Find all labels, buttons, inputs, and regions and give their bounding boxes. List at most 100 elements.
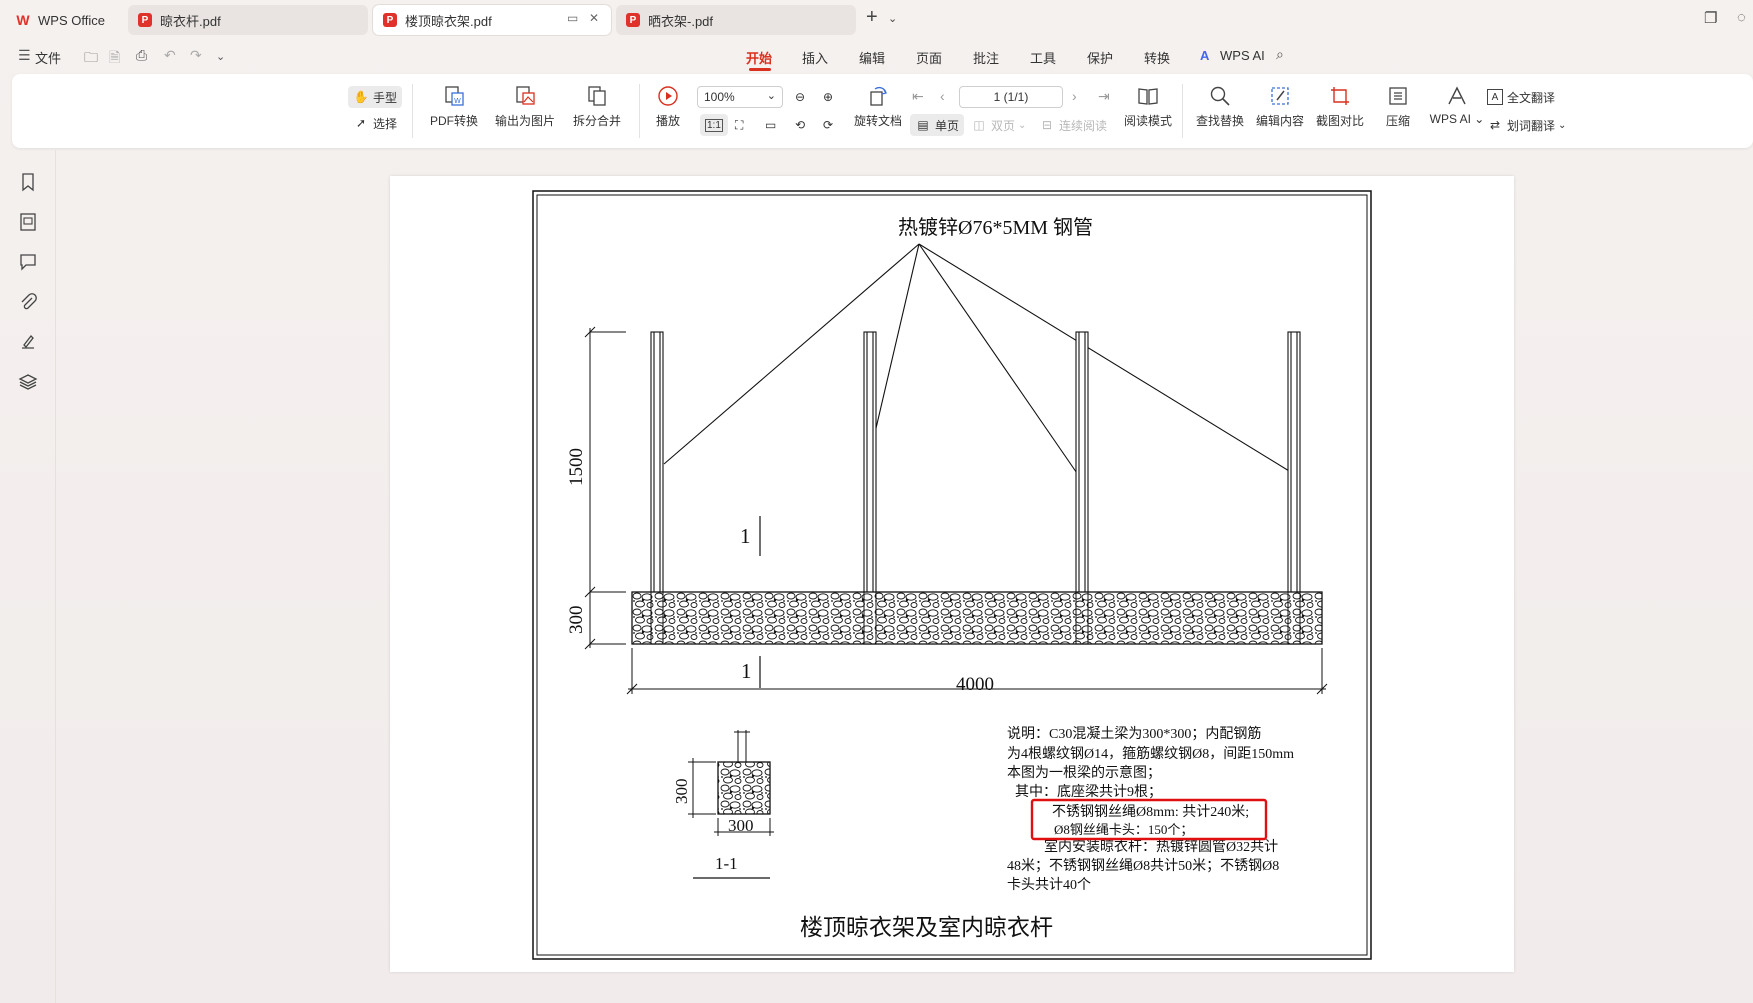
minimize-icon[interactable]: ◌ [1737,9,1746,26]
wps-logo-icon: W [16,12,30,28]
export-image-button[interactable]: 输出为图片 [492,84,558,129]
layers-icon[interactable] [18,372,38,392]
word-translate-icon: ⇄ [1489,118,1501,132]
rotate-document-button[interactable]: 旋转文档 [850,84,906,129]
book-icon [1136,84,1160,108]
menu-file[interactable]: 文件 [35,48,61,67]
double-page-button[interactable]: ◫ 双页 ⌄ [966,114,1031,136]
rotate-left-button[interactable]: ⟲ [790,114,810,136]
single-page-button[interactable]: ▤ 单页 [910,114,965,136]
redo-icon[interactable]: ↷ [190,47,202,64]
page-number-input[interactable]: 1 (1/1) [959,86,1063,108]
pdf-page: 热镀锌Ø76*5MM 钢管 1500 300 1 1 4000 300 300 … [390,176,1514,972]
hand-tool-button[interactable]: ✋ 手型 [348,86,403,108]
hamburger-icon[interactable]: ☰ [18,47,31,64]
close-icon[interactable]: ✕ [589,11,599,25]
pdf-convert-icon: W [442,84,466,108]
select-tool-button[interactable]: ➚ 选择 [348,112,402,134]
hand-label: 手型 [373,90,398,105]
new-tab-icon[interactable]: + [866,6,878,29]
full-translate-button[interactable]: A 全文翻译 [1482,86,1560,108]
fit-page-button[interactable]: ⛶ [730,114,748,136]
wps-ai-label: WPS AI [1429,112,1471,126]
note-line-6: Ø8钢丝绳卡头：150个； [1054,822,1193,838]
divider [412,84,413,138]
split-merge-label: 拆分合并 [572,114,621,128]
active-tab-underline [749,68,771,71]
rotate-right-button[interactable]: ⟳ [818,114,838,136]
menu-wps-ai[interactable]: WPS AI [1220,48,1265,63]
steel-cables [663,243,1295,480]
chevron-down-icon[interactable]: ⌄ [888,12,897,25]
bookmark-icon[interactable] [18,172,38,192]
tab-file-1[interactable]: P 晾衣杆.pdf [128,5,368,35]
ribbon-toolbar: ✋ 手型 ➚ 选择 W PDF转换 输出为图片 拆分合并 播放 100% ⌄ ⊖… [12,74,1753,148]
dimension-1500: 1500 [566,448,587,486]
undo-icon[interactable]: ↶ [164,47,176,64]
compress-button[interactable]: 压缩 [1378,84,1418,129]
single-page-label: 单页 [935,118,960,133]
menu-page[interactable]: 页面 [916,48,942,67]
thumbnail-icon[interactable] [18,212,38,232]
fit-width-button[interactable]: ▭ [760,114,781,136]
pipe-label: 热镀锌Ø76*5MM 钢管 [898,216,1093,239]
chevron-down-icon: ⌄ [766,90,776,102]
export-image-icon [513,84,537,108]
menu-convert[interactable]: 转换 [1144,48,1170,67]
tab-file-3[interactable]: P 晒衣架-.pdf [616,5,856,35]
edit-content-icon [1268,84,1292,108]
menu-insert[interactable]: 插入 [802,48,828,67]
rotate-right-icon: ⟳ [823,118,834,132]
tab-wps-office[interactable]: W WPS Office [6,5,122,35]
save-icon[interactable]: 🗎 [109,47,120,71]
pin-icon[interactable]: ▭ [567,11,578,25]
open-folder-icon[interactable]: 🗀 [84,47,98,71]
dimension-4000: 4000 [956,674,994,695]
print-icon[interactable]: ⎙ [136,47,147,64]
compress-icon [1386,84,1410,108]
actual-size-button[interactable]: 1:1 [700,114,728,136]
continuous-read-button[interactable]: ⊟ 连续阅读 [1034,114,1112,136]
play-button[interactable]: 播放 [648,84,688,129]
screenshot-compare-icon [1328,84,1352,108]
signature-icon[interactable] [18,332,38,352]
section-mark-bottom: 1 [741,659,752,683]
tab-file-2[interactable]: P 楼顶晾衣架.pdf ▭ ✕ [373,5,611,35]
restore-window-icon[interactable]: ❐ [1704,9,1717,27]
pdf-convert-label: PDF转换 [429,114,478,128]
engineering-drawing: 热镀锌Ø76*5MM 钢管 1500 300 1 1 4000 300 300 … [532,190,1372,960]
note-line-9: 卡头共计40个 [1007,877,1091,893]
menu-protect[interactable]: 保护 [1087,48,1113,67]
last-page-icon[interactable]: ⇥ [1098,88,1110,105]
notes: 说明：C30混凝土梁为300*300；内配钢筋 为4根螺纹钢Ø14，箍筋螺纹钢Ø… [1007,725,1294,893]
divider [639,84,640,138]
next-page-icon[interactable]: › [1072,88,1077,104]
attachment-icon[interactable] [18,292,38,312]
menu-tools[interactable]: 工具 [1030,48,1056,67]
read-mode-button[interactable]: 阅读模式 [1120,84,1176,129]
split-merge-button[interactable]: 拆分合并 [564,84,630,129]
find-replace-button[interactable]: 查找替换 [1192,84,1248,129]
screenshot-compare-label: 截图对比 [1315,114,1364,128]
wps-ai-button[interactable]: WPS AI ⌄ [1426,84,1488,126]
more-chevron-icon[interactable]: ⌄ [216,50,225,63]
edit-content-button[interactable]: 编辑内容 [1252,84,1308,129]
zoom-out-button[interactable]: ⊖ [790,86,810,108]
first-page-icon[interactable]: ⇤ [912,88,924,105]
word-translate-button[interactable]: ⇄ 划词翻译 ⌄ [1482,114,1571,136]
screenshot-compare-button[interactable]: 截图对比 [1312,84,1368,129]
menu-edit[interactable]: 编辑 [859,48,885,67]
fit-width-icon: ▭ [765,118,777,132]
zoom-in-button[interactable]: ⊕ [818,86,838,108]
zoom-select[interactable]: 100% ⌄ [697,86,783,108]
menu-start[interactable]: 开始 [746,48,772,67]
double-page-icon: ◫ [973,118,985,132]
zoom-out-icon: ⊖ [795,90,806,104]
svg-text:W: W [454,97,461,105]
note-line-1: 说明：C30混凝土梁为300*300；内配钢筋 [1007,725,1261,742]
prev-page-icon[interactable]: ‹ [940,88,945,104]
search-icon[interactable]: ⌕ [1276,46,1284,63]
menu-annotate[interactable]: 批注 [973,48,999,67]
pdf-convert-button[interactable]: W PDF转换 [424,84,484,129]
comment-icon[interactable] [18,252,38,272]
